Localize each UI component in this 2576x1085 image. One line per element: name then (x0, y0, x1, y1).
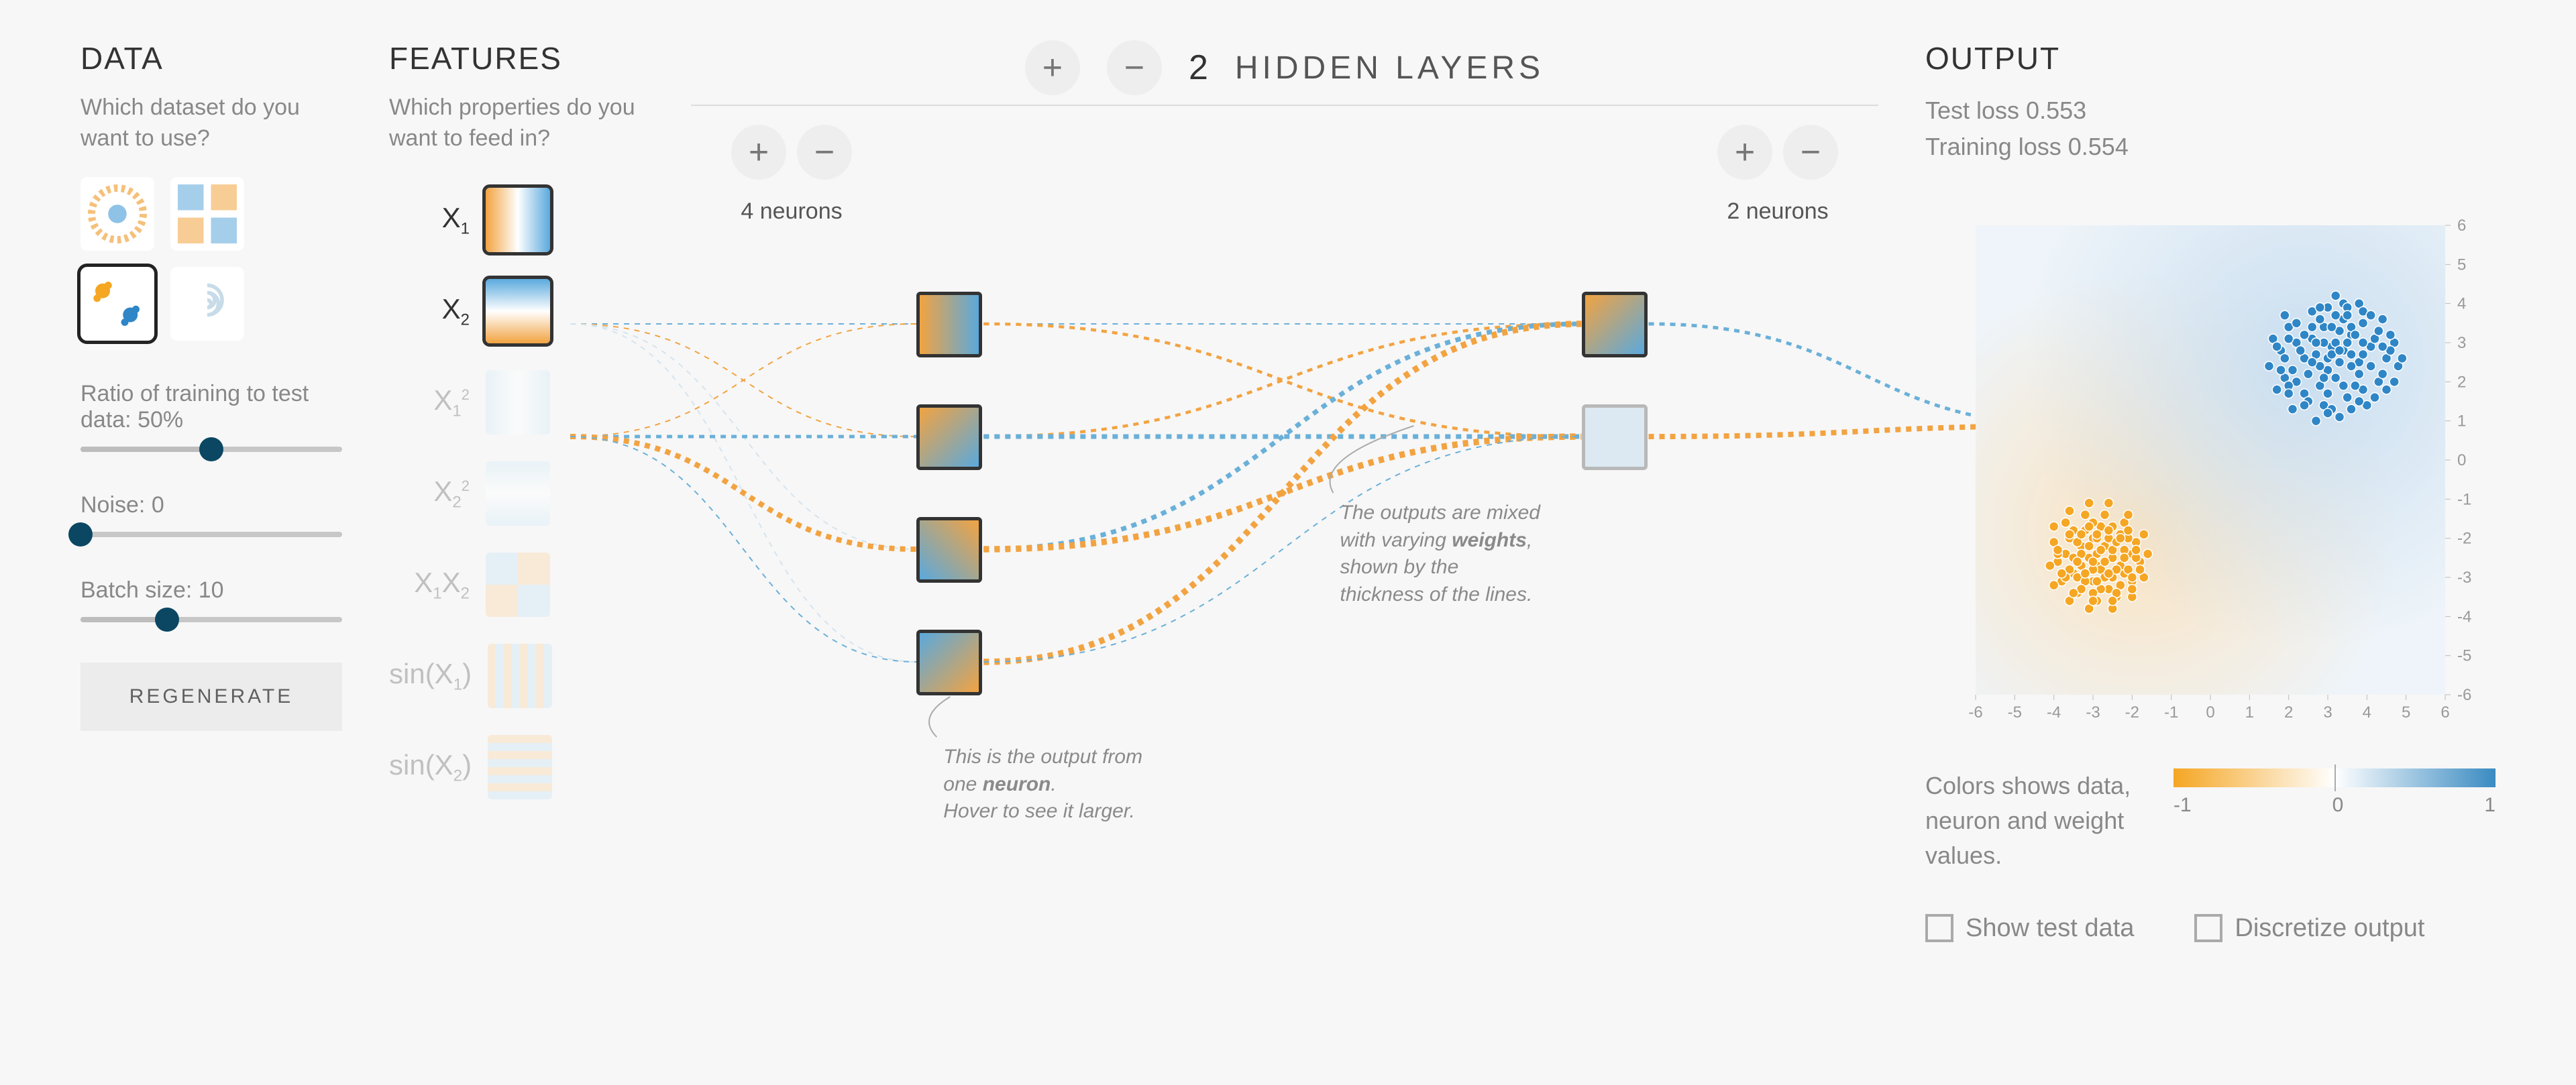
svg-text:-2: -2 (2457, 530, 2471, 548)
svg-text:1: 1 (2457, 412, 2466, 431)
feature-thumb-x1x2 (486, 553, 550, 617)
discretize-output-checkbox[interactable]: Discretize output (2194, 914, 2424, 943)
dataset-gauss[interactable] (80, 267, 154, 341)
feature-x2sq[interactable]: X22 (389, 461, 644, 526)
feature-thumb-x1 (486, 188, 550, 252)
feature-label-x1x2: X1X2 (389, 567, 470, 603)
layer1-neuron-3[interactable] (916, 517, 982, 583)
regenerate-button[interactable]: REGENERATE (80, 663, 342, 731)
hidden-layers-label: HIDDEN LAYERS (1235, 50, 1544, 87)
svg-text:2: 2 (2457, 373, 2466, 391)
train-loss-text: Training loss 0.554 (1925, 129, 2496, 165)
network-links (691, 225, 1878, 989)
color-legend: -1 0 1 (2174, 768, 2496, 817)
layer2-neurons-label: 2 neurons (1727, 198, 1828, 225)
feature-label-x2sq: X22 (389, 475, 470, 512)
features-question: Which properties do you want to feed in? (389, 93, 644, 154)
feature-x1sq[interactable]: X12 (389, 370, 644, 435)
note-weights: The outputs are mixed with varying weigh… (1340, 500, 1542, 608)
feature-sinx2[interactable]: sin(X2) (389, 735, 644, 799)
features-title: FEATURES (389, 40, 644, 76)
remove-layer-button[interactable]: − (1107, 40, 1162, 95)
output-title: OUTPUT (1925, 40, 2496, 76)
svg-text:-3: -3 (2086, 703, 2100, 722)
svg-text:-4: -4 (2047, 703, 2061, 722)
layer1-add-neuron-button[interactable]: + (731, 125, 786, 180)
svg-text:6: 6 (2457, 217, 2466, 235)
svg-text:2: 2 (2284, 703, 2293, 722)
ratio-caption: Ratio of training to test data: 50% (80, 381, 342, 433)
svg-text:3: 3 (2457, 334, 2466, 352)
svg-text:6: 6 (2440, 703, 2449, 722)
layer1-neuron-2[interactable] (916, 404, 982, 470)
feature-label-x2: X2 (389, 293, 470, 329)
svg-text:5: 5 (2402, 703, 2410, 722)
batch-caption: Batch size: 10 (80, 577, 342, 604)
svg-text:0: 0 (2206, 703, 2214, 722)
svg-text:5: 5 (2457, 255, 2466, 274)
feature-thumb-sinx2 (488, 735, 552, 799)
dataset-spiral[interactable] (170, 267, 244, 341)
feature-x1x2[interactable]: X1X2 (389, 553, 644, 617)
feature-x2[interactable]: X2 (389, 279, 644, 343)
test-loss-text: Test loss 0.553 (1925, 93, 2496, 129)
svg-text:-1: -1 (2457, 490, 2471, 508)
svg-text:3: 3 (2323, 703, 2332, 722)
legend-tick-mid: 0 (2332, 794, 2344, 817)
layer2-add-neuron-button[interactable]: + (1717, 125, 1772, 180)
feature-sinx1[interactable]: sin(X1) (389, 644, 644, 708)
discretize-output-label: Discretize output (2235, 914, 2424, 943)
layer2-neuron-1[interactable] (1582, 292, 1648, 357)
svg-text:-3: -3 (2457, 569, 2471, 587)
svg-text:-4: -4 (2457, 608, 2471, 626)
layer1-neurons-label: 4 neurons (741, 198, 842, 225)
layer2-remove-neuron-button[interactable]: − (1783, 125, 1838, 180)
layer1-neuron-4[interactable] (916, 630, 982, 695)
feature-label-sinx2: sin(X2) (389, 749, 472, 785)
svg-text:-5: -5 (2457, 647, 2471, 665)
feature-label-x1: X1 (389, 202, 470, 238)
svg-text:-6: -6 (2457, 686, 2471, 704)
feature-label-x1sq: X12 (389, 384, 470, 420)
svg-text:-1: -1 (2164, 703, 2178, 722)
svg-text:-2: -2 (2125, 703, 2139, 722)
feature-thumb-x2 (486, 279, 550, 343)
svg-text:4: 4 (2363, 703, 2371, 722)
add-layer-button[interactable]: + (1025, 40, 1080, 95)
hidden-layers-count: 2 (1189, 48, 1208, 88)
svg-text:-5: -5 (2008, 703, 2022, 722)
output-chart[interactable]: -6 -5 -4 -3 -2 -1 0 1 2 3 4 5 6 -6 -5 -4 -3 -2 -1 0 1 2 3 4 5 6 (1925, 185, 2496, 735)
noise-caption: Noise: 0 (80, 492, 342, 518)
dataset-circle[interactable] (80, 177, 154, 251)
show-test-data-label: Show test data (1966, 914, 2134, 943)
feature-thumb-sinx1 (488, 644, 552, 708)
noise-slider[interactable] (80, 532, 342, 537)
note-neuron: This is the output from one neuron.Hover… (943, 744, 1144, 825)
data-title: DATA (80, 40, 342, 76)
svg-text:0: 0 (2457, 451, 2466, 469)
svg-text:-6: -6 (1968, 703, 1982, 722)
batch-slider[interactable] (80, 617, 342, 622)
svg-text:1: 1 (2245, 703, 2254, 722)
data-question: Which dataset do you want to use? (80, 93, 342, 154)
ratio-slider[interactable] (80, 447, 342, 452)
feature-x1[interactable]: X1 (389, 188, 644, 252)
legend-tick-max: 1 (2484, 794, 2496, 817)
svg-text:4: 4 (2457, 295, 2466, 313)
feature-label-sinx1: sin(X1) (389, 658, 472, 694)
feature-thumb-x1sq (486, 370, 550, 435)
dataset-xor[interactable] (170, 177, 244, 251)
legend-tick-min: -1 (2174, 794, 2192, 817)
legend-text: Colors shows data, neuron and weight val… (1925, 768, 2140, 874)
divider (691, 105, 1878, 106)
layer1-remove-neuron-button[interactable]: − (797, 125, 852, 180)
layer2-neuron-2[interactable] (1582, 404, 1648, 470)
show-test-data-checkbox[interactable]: Show test data (1925, 914, 2134, 943)
layer1-neuron-1[interactable] (916, 292, 982, 357)
feature-thumb-x2sq (486, 461, 550, 526)
